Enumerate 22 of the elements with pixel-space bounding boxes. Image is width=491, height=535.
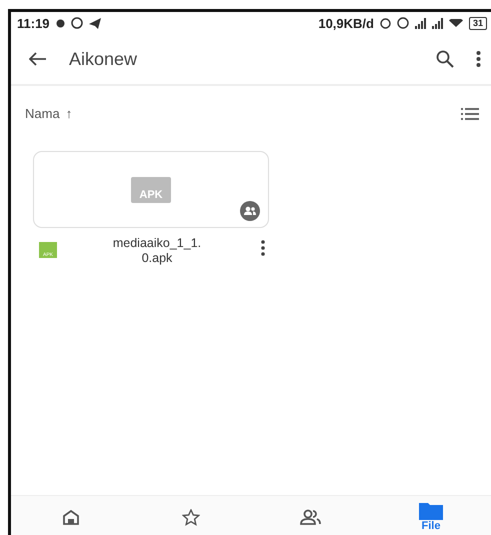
folder-icon bbox=[419, 502, 443, 520]
notification-icon bbox=[56, 18, 65, 28]
sort-button[interactable]: Nama ↑ bbox=[25, 106, 72, 121]
nav-tab[interactable]: File bbox=[401, 502, 461, 532]
list-view-icon[interactable] bbox=[461, 108, 479, 120]
wifi-icon bbox=[448, 19, 463, 27]
status-time: 11:19 bbox=[17, 16, 50, 30]
folder-title: Aikonew bbox=[69, 48, 138, 70]
apk-thumbnail-icon: APK bbox=[131, 176, 171, 202]
home-icon bbox=[63, 510, 79, 524]
more-icon[interactable] bbox=[261, 240, 265, 256]
more-icon[interactable] bbox=[476, 50, 481, 68]
signal-icon bbox=[432, 18, 443, 28]
search-icon[interactable] bbox=[436, 50, 454, 68]
back-icon[interactable] bbox=[29, 52, 47, 66]
signal-icon bbox=[414, 18, 426, 28]
send-icon bbox=[88, 18, 101, 28]
star-icon bbox=[182, 508, 200, 526]
file-name: mediaaiko_1_1. 0.apk bbox=[112, 236, 202, 266]
battery-level: 31 bbox=[468, 16, 487, 30]
people-icon bbox=[300, 509, 322, 525]
network-speed: 10,9KB/d bbox=[318, 16, 374, 30]
